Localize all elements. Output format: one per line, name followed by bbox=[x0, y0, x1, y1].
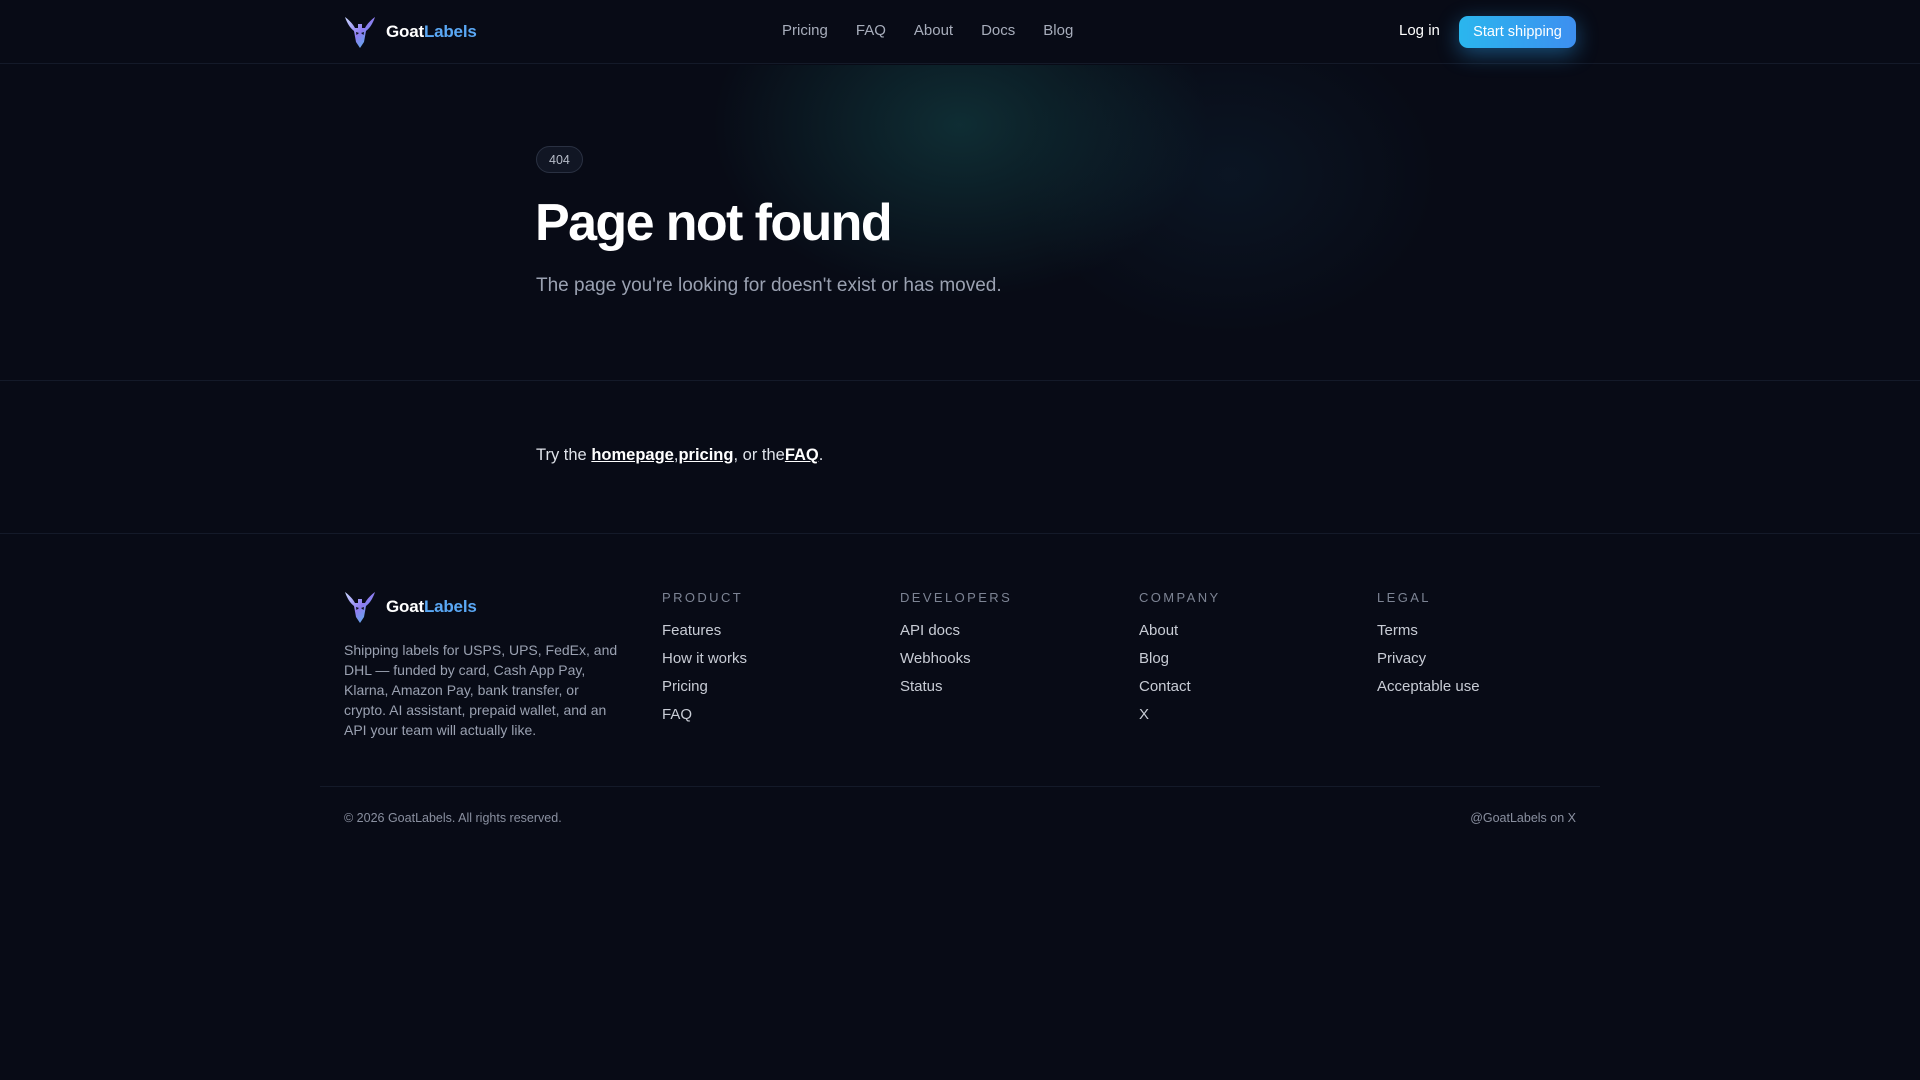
nav-about[interactable]: About bbox=[914, 22, 953, 39]
footer-link-x[interactable]: X bbox=[1139, 706, 1221, 734]
goat-head-logo-icon bbox=[345, 592, 375, 623]
footer-link-faq[interactable]: FAQ bbox=[662, 706, 747, 734]
footer-column-company: COMPANY About Blog Contact X bbox=[1139, 590, 1221, 734]
login-link[interactable]: Log in bbox=[1399, 22, 1440, 39]
suggestions-section: Try the homepage,pricing, or theFAQ. bbox=[0, 382, 1920, 534]
suggestions-separator-2: , or the bbox=[733, 446, 785, 464]
footer-link-status[interactable]: Status bbox=[900, 678, 1012, 706]
footer-link-contact[interactable]: Contact bbox=[1139, 678, 1221, 706]
footer-link-terms[interactable]: Terms bbox=[1377, 622, 1480, 650]
copyright-text: © 2026 GoatLabels. All rights reserved. bbox=[344, 811, 562, 825]
hero-section: 404 Page not found The page you're looki… bbox=[0, 65, 1920, 381]
suggestions-text: Try the homepage,pricing, or theFAQ. bbox=[536, 446, 823, 465]
footer-description: Shipping labels for USPS, UPS, FedEx, an… bbox=[344, 642, 618, 738]
footer-link-blog[interactable]: Blog bbox=[1139, 650, 1221, 678]
footer-link-privacy[interactable]: Privacy bbox=[1377, 650, 1480, 678]
footer-heading-developers: DEVELOPERS bbox=[900, 590, 1013, 605]
nav-blog[interactable]: Blog bbox=[1043, 22, 1073, 39]
page-subtitle: The page you're looking for doesn't exis… bbox=[536, 275, 1002, 296]
footer-link-webhooks[interactable]: Webhooks bbox=[900, 650, 1012, 678]
social-x-link[interactable]: @GoatLabels on X bbox=[1470, 811, 1576, 825]
brand-wordmark: GoatLabels bbox=[386, 22, 477, 41]
footer-brand-logo-link[interactable]: GoatLabels bbox=[344, 589, 477, 625]
site-header: GoatLabels Pricing FAQ About Docs Blog L… bbox=[0, 0, 1920, 64]
nav-faq[interactable]: FAQ bbox=[856, 22, 886, 39]
homepage-link[interactable]: homepage bbox=[591, 446, 674, 464]
footer-heading-company: COMPANY bbox=[1139, 590, 1221, 605]
footer-link-about[interactable]: About bbox=[1139, 622, 1221, 650]
footer-column-legal: LEGAL Terms Privacy Acceptable use bbox=[1377, 590, 1480, 706]
faq-link[interactable]: FAQ bbox=[785, 446, 819, 464]
footer-heading-product: PRODUCT bbox=[662, 590, 744, 605]
footer-column-developers: DEVELOPERS API docs Webhooks Status bbox=[900, 590, 1012, 706]
footer-link-features[interactable]: Features bbox=[662, 622, 747, 650]
nav-pricing[interactable]: Pricing bbox=[782, 22, 828, 39]
suggestions-prefix: Try the bbox=[536, 446, 592, 464]
main-nav: Pricing FAQ About Docs Blog bbox=[782, 22, 1073, 39]
footer-heading-legal: LEGAL bbox=[1377, 590, 1431, 605]
footer-link-pricing[interactable]: Pricing bbox=[662, 678, 747, 706]
footer-link-how-it-works[interactable]: How it works bbox=[662, 650, 747, 678]
nav-docs[interactable]: Docs bbox=[981, 22, 1015, 39]
pricing-link[interactable]: pricing bbox=[678, 446, 733, 464]
suggestions-suffix: . bbox=[818, 446, 824, 464]
footer-brand-wordmark: GoatLabels bbox=[386, 597, 477, 616]
error-code-badge: 404 bbox=[536, 146, 583, 173]
page-title: Page not found bbox=[535, 194, 893, 252]
start-shipping-button[interactable]: Start shipping bbox=[1459, 16, 1576, 48]
footer-divider bbox=[320, 786, 1600, 787]
footer-link-acceptable-use[interactable]: Acceptable use bbox=[1377, 678, 1480, 706]
footer-column-product: PRODUCT Features How it works Pricing FA… bbox=[662, 590, 747, 734]
goat-head-logo-icon bbox=[345, 17, 375, 48]
brand-logo-link[interactable]: GoatLabels bbox=[344, 14, 477, 50]
footer-link-api-docs[interactable]: API docs bbox=[900, 622, 1012, 650]
